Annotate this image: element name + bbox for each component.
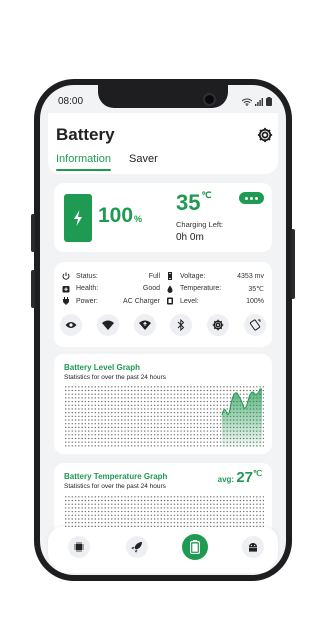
nav-cpu-button[interactable] bbox=[68, 536, 90, 558]
level-graph-subtitle: Statistics for over the past 24 hours bbox=[64, 374, 166, 381]
nav-apps-button[interactable] bbox=[242, 536, 264, 558]
signal-icon bbox=[255, 97, 263, 106]
app-header: Battery Information Saver bbox=[48, 113, 278, 174]
level-graph-title: Battery Level Graph bbox=[64, 363, 141, 372]
info-row-temperature: Temperature: 35℃ bbox=[166, 283, 264, 296]
eye-toggle-button[interactable] bbox=[60, 314, 82, 336]
power-label: Power: bbox=[76, 297, 98, 305]
wifi-icon bbox=[101, 320, 114, 330]
settings-gear-icon[interactable] bbox=[256, 126, 274, 144]
temperature-graph-subtitle: Statistics for over the past 24 hours bbox=[64, 483, 166, 490]
info-row-power: Power: AC Charger bbox=[62, 295, 160, 308]
info-row-voltage: Voltage: 4353 mv bbox=[166, 270, 264, 283]
avg-unit: ℃ bbox=[253, 469, 262, 478]
voltage-value: 4353 mv bbox=[237, 272, 264, 280]
status-bar: 08:00 bbox=[40, 96, 286, 112]
voltage-label: Voltage: bbox=[180, 272, 206, 280]
avg-label: avg: bbox=[217, 475, 235, 484]
avg-value: 27 bbox=[236, 469, 254, 486]
health-label: Health: bbox=[76, 285, 99, 293]
battery-charging-icon bbox=[64, 194, 92, 242]
power-key bbox=[31, 214, 35, 252]
charging-left-value: 0h 0m bbox=[176, 232, 204, 243]
battery-temperature: 35℃ bbox=[176, 190, 212, 216]
rotate-toggle-button[interactable] bbox=[243, 314, 266, 336]
wifi-icon bbox=[242, 98, 252, 106]
eye-icon bbox=[65, 322, 77, 328]
info-row-health: Health: Good bbox=[62, 283, 160, 296]
tab-saver[interactable]: Saver bbox=[129, 153, 158, 171]
status-label: Status: bbox=[76, 272, 98, 280]
volume-key bbox=[31, 270, 35, 308]
battery-level-graph-card: Battery Level Graph Statistics for over … bbox=[54, 354, 272, 454]
nav-battery-button[interactable] bbox=[182, 534, 208, 560]
charging-left-label: Charging Left: bbox=[176, 220, 224, 229]
temperature-average: avg: 27℃ bbox=[218, 469, 262, 486]
level-graph-plot bbox=[221, 388, 262, 447]
temperature-graph-title: Battery Temperature Graph bbox=[64, 472, 168, 481]
plug-icon bbox=[62, 297, 70, 306]
android-icon bbox=[249, 543, 257, 552]
battery-percent-unit: % bbox=[134, 214, 143, 224]
level-label: Level: bbox=[180, 297, 199, 305]
screen-rotation-icon bbox=[249, 319, 261, 331]
level-value: 100% bbox=[246, 297, 264, 305]
tab-bar: Information Saver bbox=[56, 153, 158, 171]
level-graph-area bbox=[222, 389, 262, 447]
tab-information[interactable]: Information bbox=[56, 153, 112, 171]
mobile-data-toggle-button[interactable] bbox=[133, 314, 156, 336]
bluetooth-toggle-button[interactable] bbox=[170, 314, 193, 336]
battery-summary-card: 100% 35℃ Charging Left: 0h 0m bbox=[54, 183, 272, 252]
gear-icon bbox=[212, 319, 224, 331]
settings-toggle-button[interactable] bbox=[207, 314, 230, 336]
info-column-left: Status: Full Health: Good Power: AC Char… bbox=[62, 270, 160, 308]
quick-toggle-row bbox=[60, 314, 266, 336]
mobile-data-icon bbox=[138, 320, 151, 330]
health-value: Good bbox=[142, 285, 160, 293]
status-time: 08:00 bbox=[58, 96, 84, 107]
temperature-label: Temperature: bbox=[180, 285, 222, 293]
battery-percent: 100% bbox=[98, 204, 142, 228]
temperature-value: 35℃ bbox=[248, 285, 264, 293]
battery-temperature-unit: ℃ bbox=[201, 190, 212, 200]
screen: 08:00 Battery Information Saver 100% 35℃… bbox=[40, 85, 286, 575]
bottom-navigation bbox=[48, 527, 278, 568]
level-icon bbox=[166, 297, 174, 305]
nav-boost-button[interactable] bbox=[126, 536, 148, 558]
phone-frame: 08:00 Battery Information Saver 100% 35℃… bbox=[31, 79, 295, 581]
health-icon bbox=[62, 285, 70, 293]
power-icon bbox=[62, 272, 70, 280]
battery-info-card: Status: Full Health: Good Power: AC Char… bbox=[54, 262, 272, 347]
battery-temperature-value: 35 bbox=[176, 190, 201, 215]
bluetooth-icon bbox=[178, 319, 185, 331]
status-value: Full bbox=[148, 272, 160, 280]
page-title: Battery bbox=[56, 125, 115, 144]
voltage-icon bbox=[166, 272, 174, 281]
rocket-icon bbox=[131, 542, 142, 553]
battery-status-icon bbox=[266, 97, 272, 106]
status-icons bbox=[242, 97, 272, 106]
info-column-right: Voltage: 4353 mv Temperature: 35℃ Level:… bbox=[166, 270, 264, 308]
info-row-status: Status: Full bbox=[62, 270, 160, 283]
side-key bbox=[291, 229, 295, 299]
power-value: AC Charger bbox=[123, 297, 160, 305]
battery-icon bbox=[190, 540, 200, 554]
more-options-button[interactable] bbox=[239, 192, 264, 204]
wifi-toggle-button[interactable] bbox=[96, 314, 119, 336]
battery-percent-value: 100 bbox=[98, 204, 134, 227]
thermometer-icon bbox=[166, 285, 174, 293]
cpu-chip-icon bbox=[74, 542, 84, 552]
info-row-level: Level: 100% bbox=[166, 295, 264, 308]
